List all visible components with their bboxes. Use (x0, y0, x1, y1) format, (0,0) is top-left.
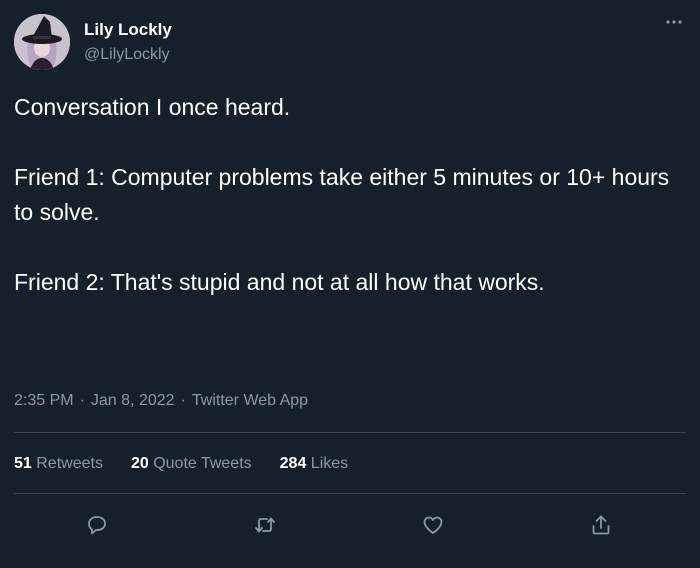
tweet-paragraph: Conversation I once heard. (14, 94, 291, 120)
share-button[interactable] (586, 510, 616, 540)
likes-count: 284 (279, 455, 307, 472)
retweets-count: 51 (14, 455, 32, 472)
tweet-paragraph: Friend 1: Computer problems take either … (14, 164, 670, 225)
engagement-stats: 51 Retweets 20 Quote Tweets 284 Likes (14, 455, 348, 473)
author-display-name[interactable]: Lily Lockly (84, 20, 172, 40)
quote-tweets-label: Quote Tweets (153, 455, 252, 472)
more-options-button[interactable] (660, 12, 688, 32)
action-bar (0, 510, 700, 540)
avatar[interactable] (14, 14, 70, 70)
tweet-text: Conversation I once heard. Friend 1: Com… (14, 90, 684, 300)
share-icon (592, 515, 610, 535)
quote-tweets-count: 20 (130, 455, 149, 472)
tweet-meta: 2:35 PM · Jan 8, 2022 · Twitter Web App (14, 392, 308, 410)
retweet-icon (255, 517, 275, 533)
witch-avatar-icon (14, 14, 70, 70)
meta-separator: · (79, 392, 85, 409)
reply-icon (88, 516, 106, 535)
tweet-source[interactable]: Twitter Web App (192, 392, 308, 409)
likes-label: Likes (310, 455, 349, 472)
retweets-stat[interactable]: 51 Retweets (14, 455, 103, 473)
divider (14, 432, 686, 433)
author-handle[interactable]: @LilyLockly (84, 46, 170, 64)
tweet-date[interactable]: Jan 8, 2022 (91, 392, 175, 409)
tweet-card: Lily Lockly @LilyLockly Conversation I o… (0, 0, 700, 568)
quote-tweets-stat[interactable]: 20 Quote Tweets (131, 455, 252, 473)
tweet-time[interactable]: 2:35 PM (14, 392, 74, 409)
tweet-paragraph: Friend 2: That's stupid and not at all h… (14, 269, 545, 295)
more-horizontal-icon (666, 20, 682, 24)
likes-stat[interactable]: 284 Likes (280, 455, 349, 473)
like-button[interactable] (418, 510, 448, 540)
reply-button[interactable] (82, 510, 112, 540)
retweets-label: Retweets (36, 455, 103, 472)
retweet-button[interactable] (250, 510, 280, 540)
meta-separator: · (180, 392, 186, 409)
divider (14, 493, 686, 494)
like-icon (423, 516, 443, 534)
